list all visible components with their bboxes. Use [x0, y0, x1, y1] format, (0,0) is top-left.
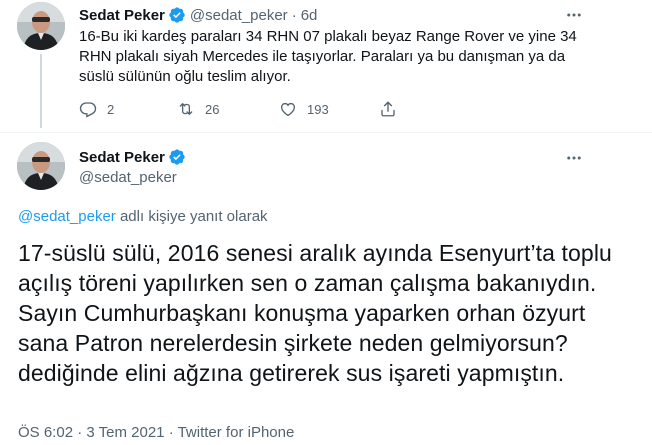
reply-count: 2: [107, 101, 115, 117]
like-count: 193: [307, 101, 329, 117]
replying-to: @sedat_peker adlı kişiye yanıt olarak: [18, 208, 268, 225]
share-button[interactable]: [379, 100, 397, 118]
tweet-time[interactable]: 6d: [301, 7, 318, 24]
author-avatar[interactable]: [17, 2, 65, 50]
retweet-button[interactable]: 26: [177, 100, 279, 118]
more-options-button[interactable]: [561, 145, 587, 171]
avatar-photo: [17, 142, 65, 190]
tweet-date: 3 Tem 2021: [86, 424, 165, 441]
avatar-photo: [17, 2, 65, 50]
verified-badge-icon: [168, 148, 186, 166]
more-options-button[interactable]: [561, 2, 587, 28]
more-dots-icon: [567, 156, 581, 160]
replying-to-label: adlı kişiye yanıt olarak: [115, 208, 268, 225]
author-handle[interactable]: @sedat_peker: [190, 7, 288, 24]
separator-dot: ·: [291, 6, 297, 24]
heart-icon: [280, 102, 296, 117]
tweet-time: ÖS 6:02: [18, 424, 74, 441]
tweet-header: Sedat Peker @sedat_peker · 6d: [79, 5, 317, 25]
retweet-count: 26: [205, 101, 220, 117]
retweet-icon: [179, 103, 193, 115]
verified-badge-icon: [168, 6, 186, 24]
like-button[interactable]: 193: [279, 100, 379, 118]
separator-dot: ·: [77, 424, 83, 441]
tweet-source-link[interactable]: Twitter for iPhone: [178, 424, 295, 441]
more-dots-icon: [567, 13, 581, 17]
author-avatar[interactable]: [17, 142, 65, 190]
reply-icon: [79, 102, 97, 118]
separator-dot: ·: [168, 424, 174, 441]
tweet-text: 17-süslü sülü, 2016 senesi aralık ayında…: [18, 240, 612, 386]
tweet-text: 16-Bu iki kardeş paraları 34 RHN 07 plak…: [79, 28, 577, 85]
tweet-metadata: ÖS 6:02 · 3 Tem 2021 · Twitter for iPhon…: [18, 424, 294, 441]
reply-button[interactable]: 2: [79, 100, 177, 118]
author-name-row: Sedat Peker: [79, 148, 186, 166]
author-name[interactable]: Sedat Peker: [79, 7, 165, 24]
tweet-actions: 2 26 193: [79, 97, 397, 121]
author-handle[interactable]: @sedat_peker: [79, 169, 177, 186]
author-name[interactable]: Sedat Peker: [79, 149, 165, 166]
tweet-timestamp-link[interactable]: ÖS 6:02 · 3 Tem 2021: [18, 424, 165, 441]
tweet-divider: [0, 132, 652, 133]
replying-to-handle-link[interactable]: @sedat_peker: [18, 208, 116, 225]
thread-connector-line: [40, 54, 42, 128]
share-icon: [381, 101, 395, 117]
